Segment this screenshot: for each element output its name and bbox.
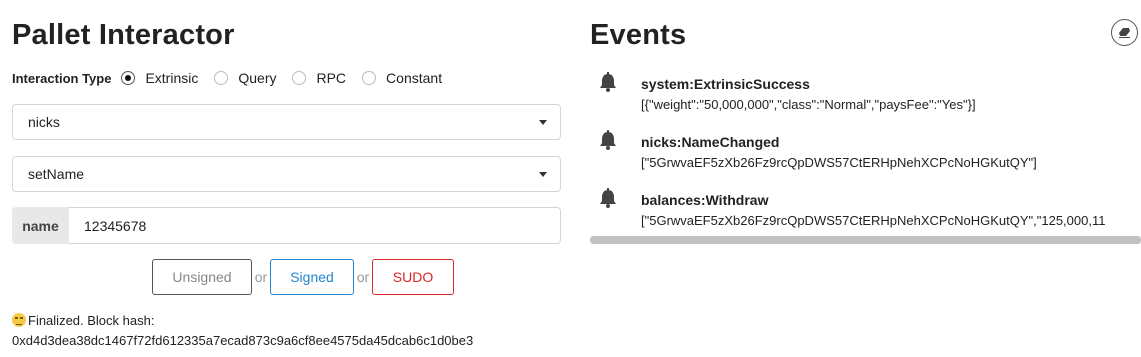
block-hash: 0xd4d3dea38dc1467f72fd612335a7ecad873c9a…	[12, 333, 474, 348]
sudo-button[interactable]: SUDO	[372, 259, 454, 295]
event-item: nicks:NameChanged ["5GrwvaEF5zXb26Fz9rcQ…	[590, 128, 1141, 178]
smirk-emoji-icon	[12, 313, 26, 327]
events-title: Events	[590, 19, 687, 51]
bell-icon	[600, 188, 616, 208]
radio-extrinsic-label: Extrinsic	[145, 70, 199, 86]
event-title: balances:Withdraw	[641, 192, 769, 208]
eraser-icon	[1119, 28, 1130, 38]
events-list: system:ExtrinsicSuccess [{"weight":"50,0…	[590, 70, 1141, 240]
tx-button-group: Unsigned or Signed or SUDO	[152, 259, 454, 295]
radio-query-circle[interactable]	[214, 71, 229, 85]
chevron-down-icon	[539, 172, 547, 177]
event-title: system:ExtrinsicSuccess	[641, 76, 810, 92]
or-separator: or	[356, 269, 370, 285]
radio-query[interactable]: Query	[214, 70, 276, 86]
chevron-down-icon	[539, 120, 547, 125]
bell-icon	[600, 72, 616, 92]
interaction-type-label: Interaction Type	[12, 70, 112, 86]
event-item: system:ExtrinsicSuccess [{"weight":"50,0…	[590, 70, 1141, 120]
radio-constant-label: Constant	[386, 70, 443, 86]
tx-status: Finalized. Block hash: 0xd4d3dea38dc1467…	[12, 311, 473, 351]
callable-dropdown-value: setName	[28, 166, 85, 182]
param-label: name	[12, 207, 69, 244]
radio-extrinsic[interactable]: Extrinsic	[121, 70, 198, 86]
event-title: nicks:NameChanged	[641, 134, 780, 150]
radio-rpc[interactable]: RPC	[292, 70, 346, 86]
event-item: balances:Withdraw ["5GrwvaEF5zXb26Fz9rcQ…	[590, 186, 1141, 236]
interaction-type-group: Interaction Type Extrinsic Query RPC Con…	[12, 70, 458, 86]
status-text: Finalized. Block hash:	[28, 313, 155, 328]
pallet-interactor-title: Pallet Interactor	[12, 19, 235, 51]
radio-rpc-label: RPC	[316, 70, 347, 86]
radio-constant[interactable]: Constant	[362, 70, 442, 86]
event-data: [{"weight":"50,000,000","class":"Normal"…	[641, 97, 976, 112]
clear-events-button[interactable]	[1111, 19, 1138, 46]
event-data: ["5GrwvaEF5zXb26Fz9rcQpDWS57CtERHpNehXCP…	[641, 155, 1037, 170]
name-input[interactable]: 12345678	[69, 207, 561, 244]
scrollbar-thumb[interactable]	[590, 236, 1141, 244]
or-separator: or	[254, 269, 268, 285]
param-field: name 12345678	[12, 207, 561, 244]
pallet-dropdown[interactable]: nicks	[12, 104, 561, 140]
radio-constant-circle[interactable]	[362, 71, 377, 85]
radio-rpc-circle[interactable]	[292, 71, 307, 85]
radio-query-label: Query	[238, 70, 277, 86]
event-data: ["5GrwvaEF5zXb26Fz9rcQpDWS57CtERHpNehXCP…	[641, 213, 1106, 228]
signed-button[interactable]: Signed	[270, 259, 354, 295]
unsigned-button[interactable]: Unsigned	[152, 259, 252, 295]
radio-extrinsic-circle[interactable]	[121, 71, 136, 85]
bell-icon	[600, 130, 616, 150]
events-scrollbar[interactable]	[590, 236, 1141, 244]
pallet-dropdown-value: nicks	[28, 114, 60, 130]
callable-dropdown[interactable]: setName	[12, 156, 561, 192]
